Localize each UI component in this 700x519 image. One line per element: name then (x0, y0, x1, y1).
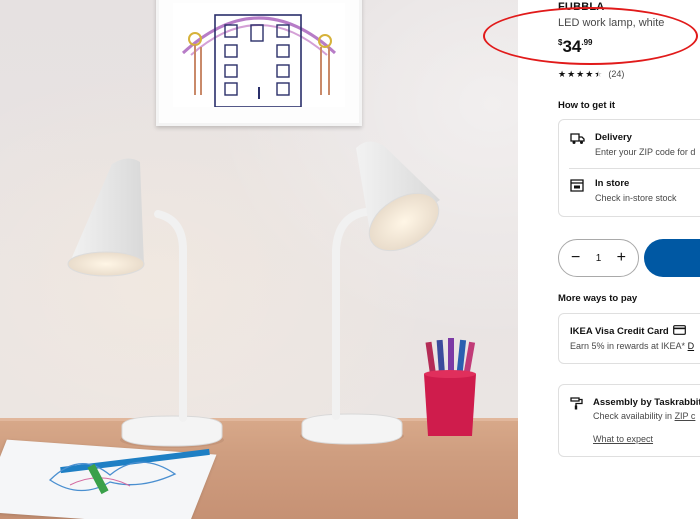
credit-card-title: IKEA Visa Credit Card (570, 326, 669, 337)
assembly-service: Assembly by Taskrabbit Check availabilit… (558, 384, 700, 457)
star-icon: ★ (567, 69, 576, 79)
credit-card-subtitle: Earn 5% in rewards at IKEA* D (570, 341, 694, 351)
quantity-stepper[interactable]: − 1 + (558, 239, 639, 277)
star-icon: ★ (585, 69, 594, 79)
half-star-icon: ★ (594, 69, 603, 79)
assembly-title: Assembly by Taskrabbit (593, 397, 700, 408)
fulfillment-options: Delivery Enter your ZIP code for d In st… (558, 119, 700, 217)
in-store-subtitle: Check in-store stock (595, 193, 677, 203)
product-info-panel: FUBBLA LED work lamp, white $34.99 ★ ★ ★… (518, 0, 700, 519)
more-ways-to-pay-title: More ways to pay (558, 293, 638, 304)
review-count[interactable]: (24) (608, 69, 624, 79)
how-to-get-title: How to get it (558, 100, 615, 111)
star-icon: ★ (576, 69, 585, 79)
assembly-subtitle: Check availability in ZIP c (593, 411, 695, 421)
increase-quantity-button[interactable]: + (617, 250, 626, 266)
delivery-option[interactable]: Delivery Enter your ZIP code for d (569, 132, 695, 157)
quantity-value[interactable]: 1 (596, 253, 602, 264)
in-store-option[interactable]: In store Check in-store stock (569, 178, 677, 203)
truck-icon (569, 132, 585, 146)
assembly-availability-text: Check availability in (593, 411, 673, 421)
annotation-circle (483, 7, 698, 65)
credit-card-icon (672, 325, 686, 338)
add-to-cart-button[interactable] (644, 239, 700, 277)
credit-card-offer[interactable]: IKEA Visa Credit Card Earn 5% in rewards… (558, 313, 700, 364)
credit-card-details-link[interactable]: D (688, 341, 695, 351)
star-icon: ★ (558, 69, 567, 79)
rating-stars: ★ ★ ★ ★ ★ (558, 69, 602, 79)
credit-card-title-row: IKEA Visa Credit Card (570, 325, 686, 338)
product-image[interactable] (0, 0, 518, 519)
decrease-quantity-button[interactable]: − (571, 250, 580, 266)
what-to-expect-link[interactable]: What to expect (593, 434, 653, 444)
butterfly-drawing (48, 461, 177, 495)
tools-icon (570, 396, 584, 410)
lamps-illustration (67, 141, 476, 448)
divider (569, 168, 700, 169)
rating[interactable]: ★ ★ ★ ★ ★ (24) (558, 69, 624, 79)
delivery-subtitle: Enter your ZIP code for d (595, 147, 696, 157)
in-store-title: In store (595, 178, 630, 189)
delivery-title: Delivery (595, 132, 632, 143)
credit-card-reward-text: Earn 5% in rewards at IKEA* (570, 341, 686, 351)
assembly-zip-link[interactable]: ZIP c (675, 411, 696, 421)
store-icon (569, 178, 585, 192)
